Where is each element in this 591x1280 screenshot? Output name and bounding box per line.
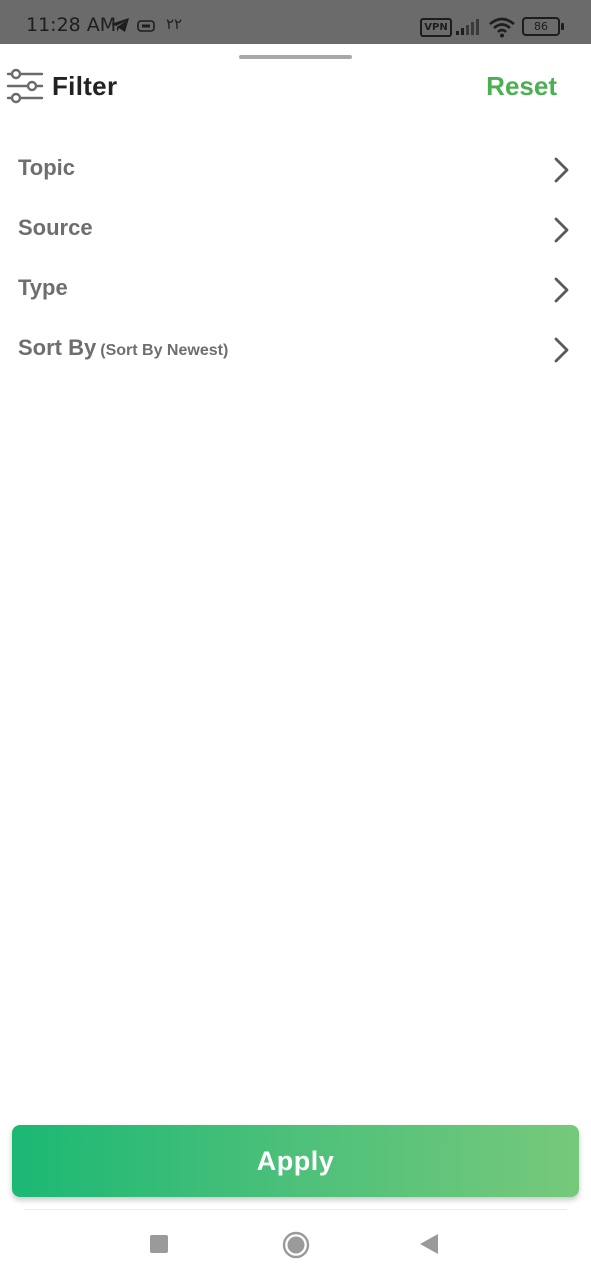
wifi-icon (488, 16, 516, 43)
filter-row-label: Type (18, 275, 68, 300)
chevron-right-icon (552, 337, 570, 368)
filter-row-label: Topic (18, 155, 76, 180)
signal-icon (456, 17, 484, 40)
sheet-drag-handle[interactable] (239, 55, 352, 59)
sliders-icon (6, 68, 44, 109)
reset-button[interactable]: Reset (486, 71, 557, 102)
page-title: Filter (52, 71, 118, 101)
filter-row-type[interactable]: Type (0, 260, 591, 320)
filter-row-topic[interactable]: Topic (0, 140, 591, 200)
apply-button[interactable]: Apply (12, 1125, 579, 1197)
status-notification-text: ۲۲ (166, 15, 183, 33)
recent-apps-icon[interactable] (150, 1235, 168, 1253)
home-icon[interactable] (282, 1231, 310, 1264)
sort-by-label: Sort By (18, 335, 97, 360)
telegram-icon (110, 17, 130, 38)
vpn-badge: VPN (420, 18, 452, 37)
status-bar: 11:28 AM ۲۲ VPN 86 (0, 0, 591, 44)
filter-row-sort-by[interactable]: Sort By (Sort By Newest) (0, 320, 591, 380)
chevron-right-icon (552, 157, 570, 188)
chevron-right-icon (552, 217, 570, 248)
nav-divider (24, 1209, 567, 1210)
chevron-right-icon (552, 277, 570, 308)
filter-row-source[interactable]: Source (0, 200, 591, 260)
back-icon[interactable] (418, 1233, 440, 1260)
status-time: 11:28 AM (26, 14, 117, 36)
filter-row-label: Source (18, 215, 93, 240)
filter-row-label: Sort By (Sort By Newest) (18, 335, 228, 361)
battery-indicator: 86 (522, 17, 564, 36)
notification-icon (137, 19, 155, 37)
sort-by-current-value: (Sort By Newest) (100, 342, 229, 359)
